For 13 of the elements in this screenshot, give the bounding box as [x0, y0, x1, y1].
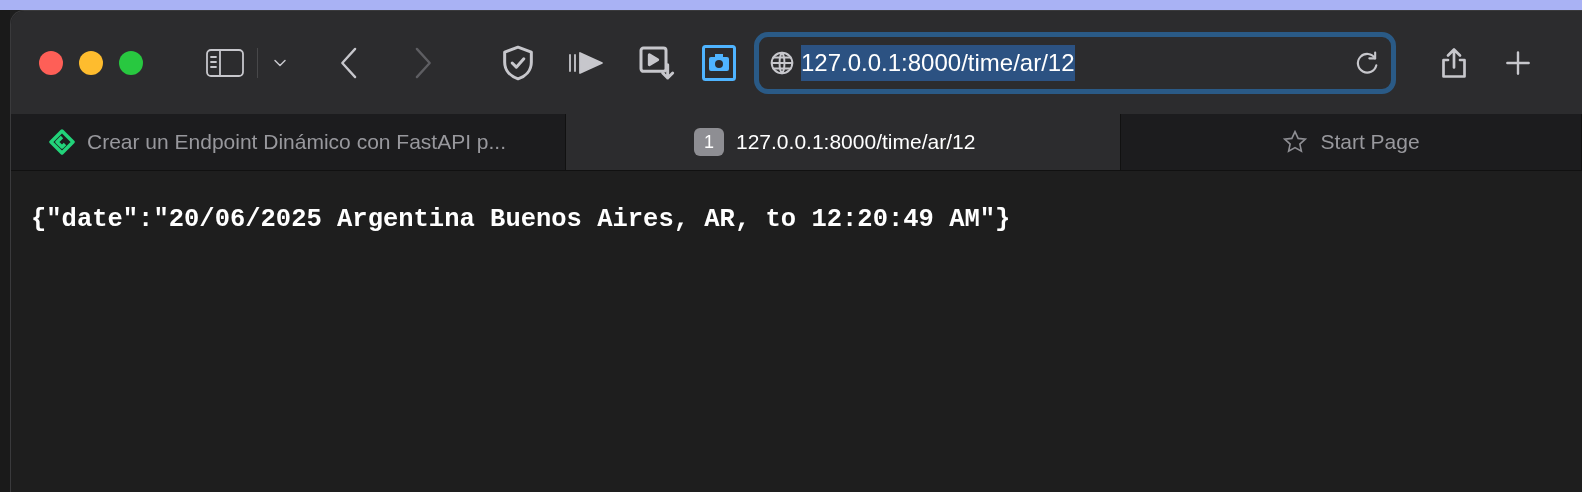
globe-icon[interactable]: [769, 49, 795, 76]
json-response-text: {"date":"20/06/2025 Argentina Buenos Aires, AR, to 12:20:49 AM"}: [31, 205, 1011, 234]
tab-number-badge: 1: [694, 128, 724, 156]
close-button[interactable]: [39, 50, 63, 75]
address-text: 127.0.0.1:8000/time/ar/12: [801, 44, 1075, 81]
diamond-logo-icon: [49, 129, 75, 155]
sidebar-icon[interactable]: [205, 46, 245, 79]
minimize-button[interactable]: [79, 50, 103, 75]
camera-icon[interactable]: [702, 44, 736, 81]
star-icon: [1282, 129, 1309, 155]
zoom-button[interactable]: [119, 50, 143, 75]
address-field[interactable]: 127.0.0.1:8000/time/ar/12: [754, 31, 1396, 94]
browser-tab[interactable]: 1 127.0.0.1:8000/time/ar/12: [566, 114, 1121, 170]
